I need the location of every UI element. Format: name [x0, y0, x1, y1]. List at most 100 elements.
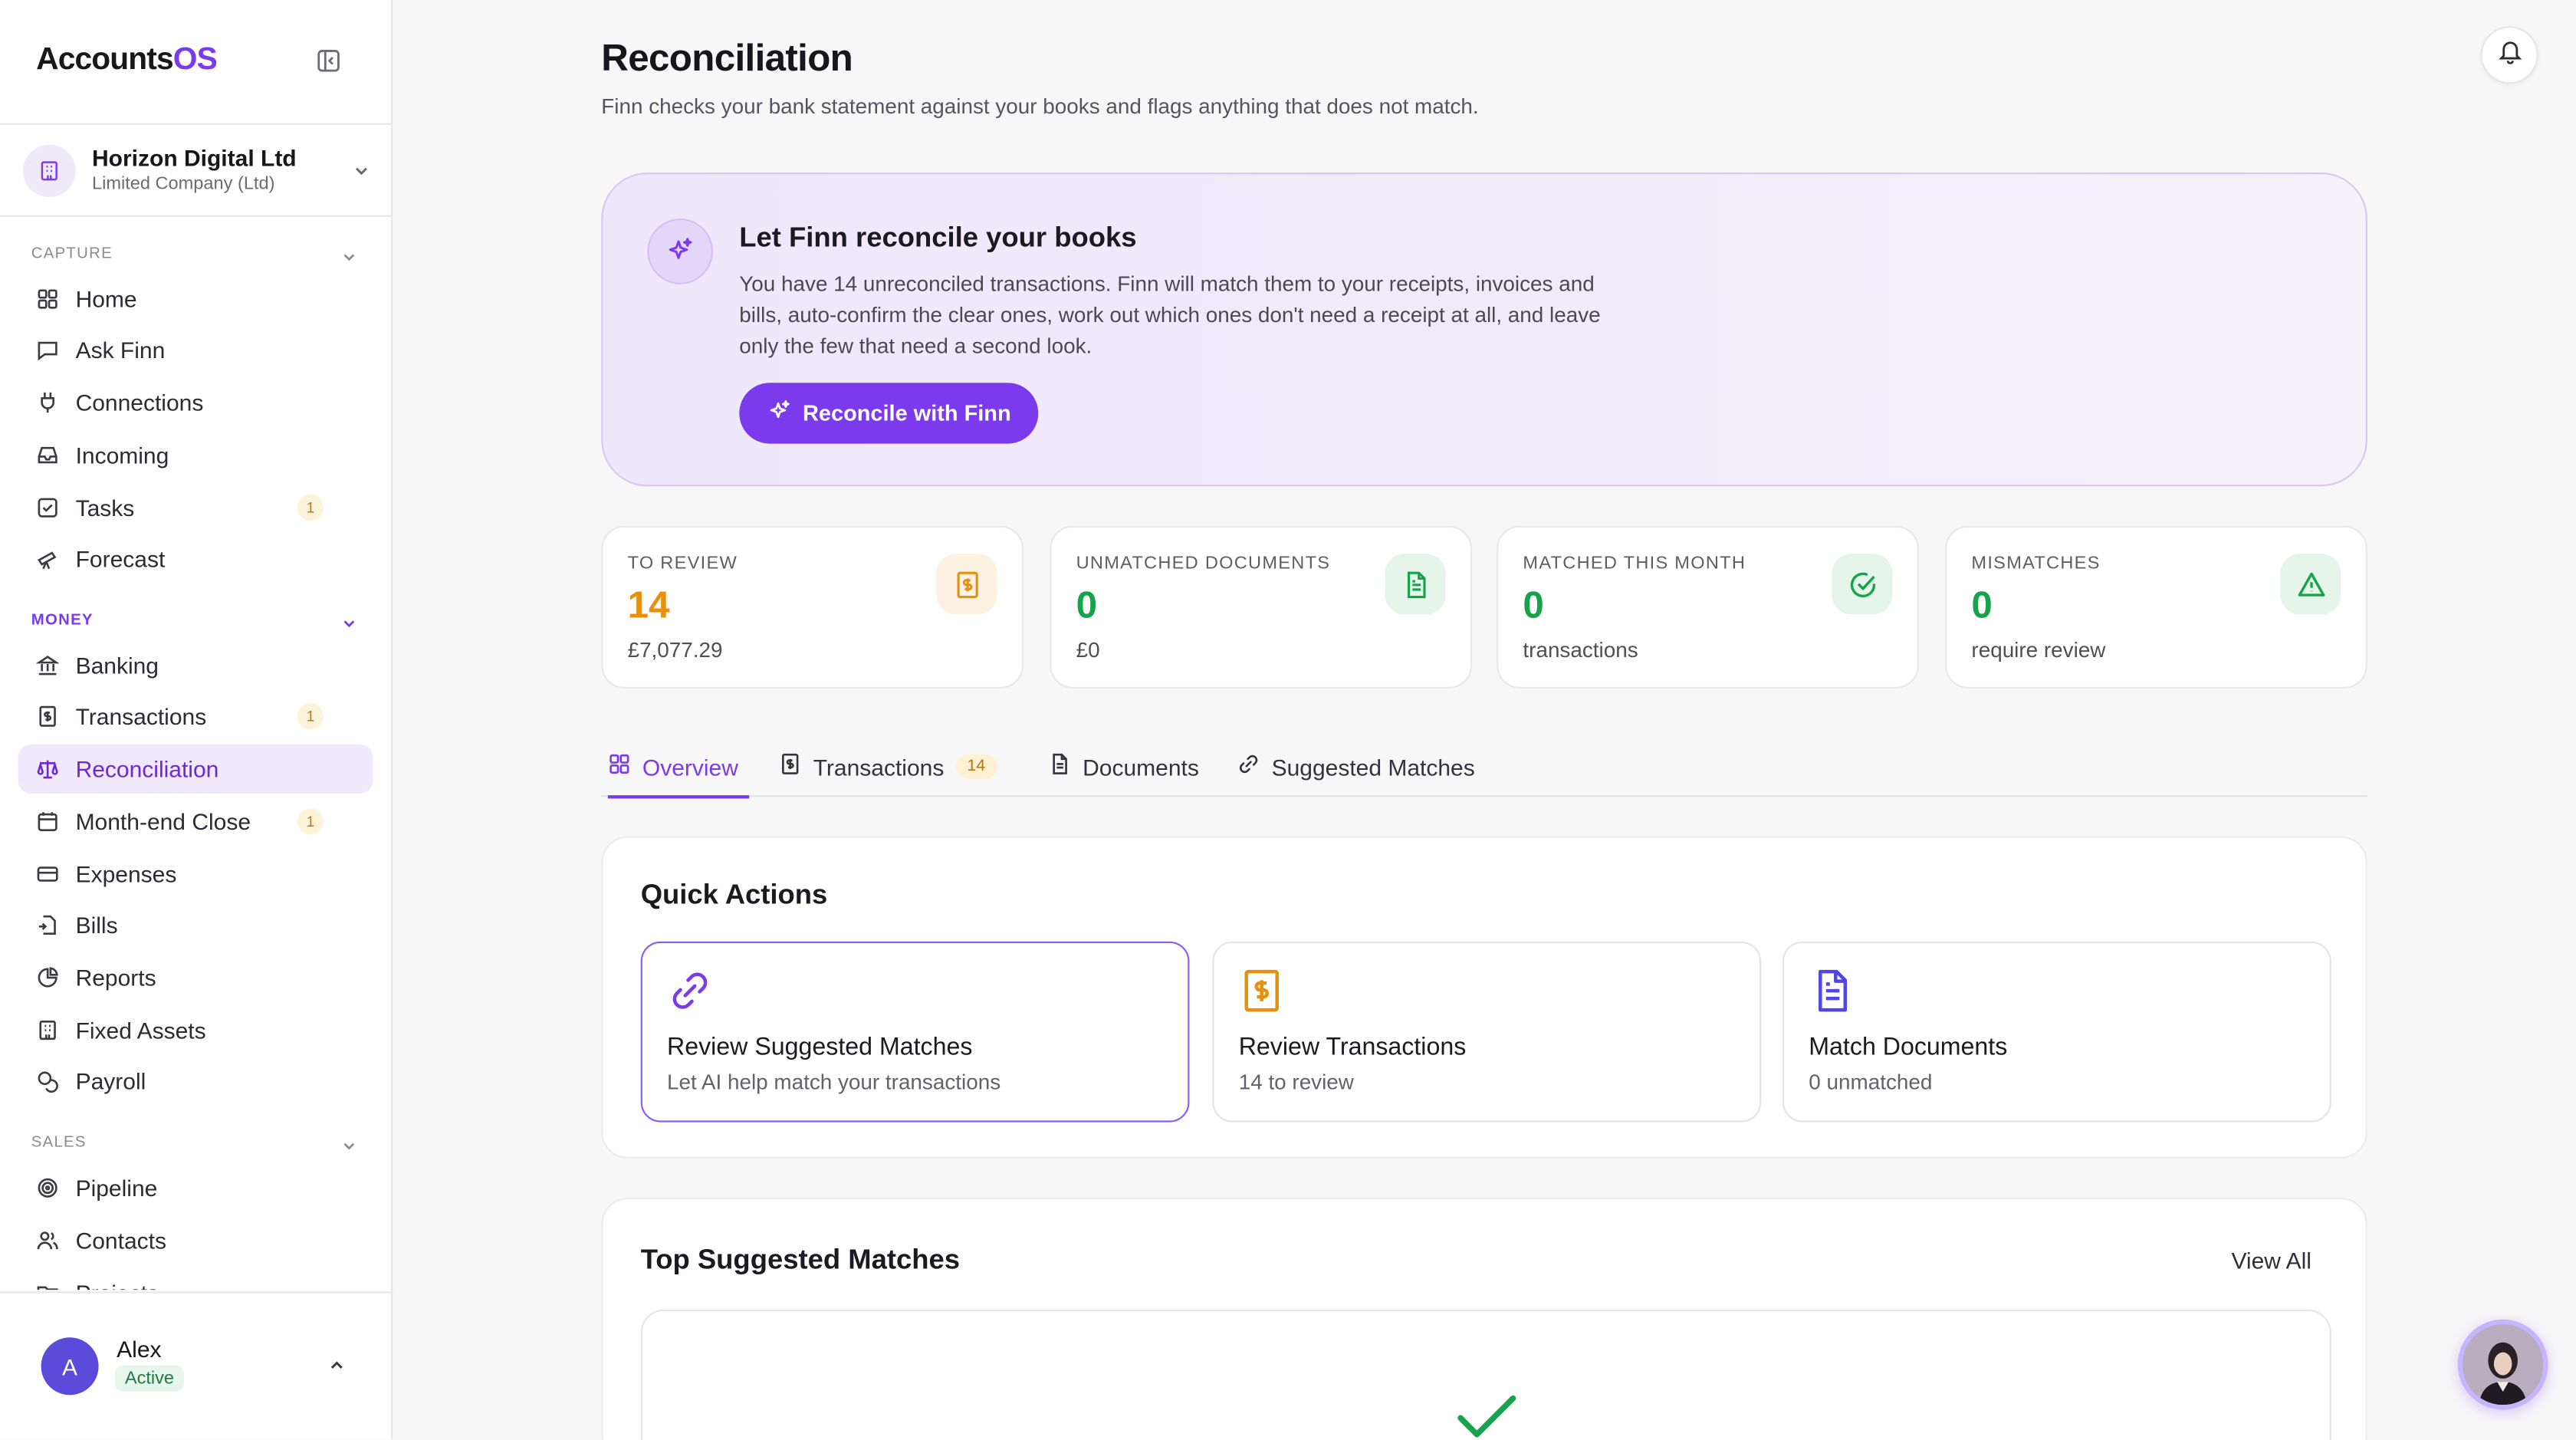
stat-value: 0: [1076, 583, 1097, 626]
sidebar: AccountsOS Horizon Digital Ltd Limited C…: [0, 0, 393, 1440]
stat-subtext: £7,077.29: [627, 637, 723, 662]
tab-overview[interactable]: Overview: [607, 736, 750, 799]
stat-label: MISMATCHES: [1971, 554, 2101, 574]
view-all-button[interactable]: View All: [2231, 1247, 2312, 1273]
quick-actions-panel: Quick Actions Review Suggested Matches L…: [601, 836, 2367, 1159]
sidebar-item-label: Tasks: [75, 495, 135, 521]
sidebar-item-label: Incoming: [75, 442, 169, 468]
stat-card-matched-this-month[interactable]: MATCHED THIS MONTH 0 transactions: [1497, 525, 1919, 689]
document-icon: [1048, 752, 1071, 780]
sidebar-item-reconciliation[interactable]: Reconciliation: [18, 744, 373, 794]
sidebar-item-label: Expenses: [75, 860, 177, 888]
person-portrait-icon: [2463, 1324, 2544, 1405]
empty-state-card: [640, 1309, 2331, 1440]
link-icon: [1237, 752, 1260, 780]
panel-title: Quick Actions: [640, 879, 828, 911]
section-label-capture: CAPTURE: [31, 245, 113, 263]
receipt-icon: [779, 752, 802, 780]
sidebar-item-payroll[interactable]: Payroll: [18, 1057, 373, 1106]
count-badge: 1: [297, 703, 324, 730]
sidebar-item-pipeline[interactable]: Pipeline: [18, 1163, 373, 1212]
check-circle-icon: [1832, 554, 1893, 615]
button-label: Reconcile with Finn: [803, 400, 1011, 426]
tab-label: Suggested Matches: [1271, 753, 1475, 780]
stat-label: UNMATCHED DOCUMENTS: [1076, 554, 1331, 574]
org-type: Limited Company (Ltd): [92, 174, 275, 194]
building-icon: [23, 144, 76, 198]
tab-suggested-matches[interactable]: Suggested Matches: [1237, 736, 1475, 797]
sidebar-item-home[interactable]: Home: [18, 275, 373, 324]
bank-icon: [34, 653, 59, 678]
sidebar-item-forecast[interactable]: Forecast: [18, 534, 373, 583]
warning-icon: [2280, 554, 2341, 615]
chevron-down-icon[interactable]: [340, 611, 359, 641]
coins-icon: [34, 1069, 59, 1093]
card-icon: [34, 862, 59, 886]
checkbox-icon: [34, 495, 59, 520]
sidebar-item-connections[interactable]: Connections: [18, 378, 373, 427]
finn-assistant-avatar[interactable]: [2457, 1319, 2548, 1410]
review-suggested-matches-card[interactable]: Review Suggested Matches Let AI help mat…: [640, 941, 1190, 1123]
app-logo[interactable]: AccountsOS: [36, 43, 218, 79]
tab-transactions[interactable]: Transactions 14: [779, 736, 997, 797]
sidebar-item-reports[interactable]: Reports: [18, 953, 373, 1002]
review-transactions-card[interactable]: Review Transactions 14 to review: [1212, 941, 1762, 1123]
sidebar-item-label: Projects: [76, 1280, 159, 1290]
org-switcher[interactable]: Horizon Digital Ltd Limited Company (Ltd…: [23, 144, 372, 198]
sidebar-item-tasks[interactable]: Tasks 1: [18, 483, 373, 532]
sidebar-item-transactions[interactable]: Transactions 1: [18, 692, 373, 741]
sidebar-item-contacts[interactable]: Contacts: [18, 1216, 373, 1265]
sidebar-divider: [0, 1291, 393, 1294]
stat-card-unmatched-documents[interactable]: UNMATCHED DOCUMENTS 0 £0: [1050, 525, 1472, 689]
sidebar-item-ask-finn[interactable]: Ask Finn: [18, 325, 373, 374]
chevron-down-icon: [352, 159, 372, 189]
sidebar-item-label: Home: [75, 285, 137, 313]
stat-value: 0: [1971, 583, 1993, 626]
section-label-money: MONEY: [31, 611, 94, 630]
target-icon: [34, 1175, 59, 1200]
user-menu[interactable]: A Alex Active: [41, 1336, 353, 1402]
stat-label: TO REVIEW: [627, 554, 738, 574]
avatar: A: [41, 1337, 99, 1396]
stat-subtext: transactions: [1523, 637, 1638, 662]
sidebar-item-label: Reconciliation: [75, 755, 219, 782]
card-subtitle: 0 unmatched: [1809, 1070, 1933, 1095]
sidebar-item-label: Reports: [75, 964, 156, 991]
sidebar-item-label: Fixed Assets: [75, 1017, 206, 1044]
telescope-icon: [34, 547, 59, 571]
chevron-down-icon[interactable]: [340, 1134, 359, 1164]
user-name: Alex: [117, 1336, 162, 1363]
bell-icon: [2496, 38, 2522, 72]
tab-documents[interactable]: Documents: [1048, 736, 1199, 797]
sidebar-item-month-end-close[interactable]: Month-end Close 1: [18, 797, 373, 846]
stat-subtext: require review: [1971, 637, 2106, 662]
stat-label: MATCHED THIS MONTH: [1523, 554, 1746, 574]
stat-card-to-review[interactable]: TO REVIEW 14 £7,077.29: [601, 525, 1024, 689]
sidebar-item-banking[interactable]: Banking: [18, 641, 373, 690]
chevron-down-icon[interactable]: [340, 245, 359, 275]
plug-icon: [34, 390, 59, 415]
notifications-button[interactable]: [2480, 26, 2538, 84]
sidebar-item-bills[interactable]: Bills: [18, 900, 373, 949]
sidebar-item-expenses[interactable]: Expenses: [18, 850, 373, 899]
sidebar-item-incoming[interactable]: Incoming: [18, 430, 373, 479]
pie-icon: [34, 965, 59, 990]
card-subtitle: Let AI help match your transactions: [667, 1070, 1001, 1095]
sidebar-item-fixed-assets[interactable]: Fixed Assets: [18, 1005, 373, 1054]
sidebar-item-projects[interactable]: Projects: [18, 1268, 373, 1290]
sidebar-item-label: Payroll: [75, 1067, 146, 1095]
sidebar-divider: [0, 123, 393, 125]
chevron-up-icon: [327, 1354, 347, 1384]
reconcile-with-finn-button[interactable]: Reconcile with Finn: [739, 383, 1039, 444]
calendar-icon: [34, 809, 59, 833]
sidebar-item-label: Pipeline: [75, 1175, 158, 1202]
card-title: Review Suggested Matches: [667, 1033, 973, 1062]
match-documents-card[interactable]: Match Documents 0 unmatched: [1783, 941, 2331, 1123]
stat-value: 0: [1523, 583, 1544, 626]
sidebar-collapse-icon[interactable]: [315, 48, 341, 74]
tab-label: Transactions: [813, 753, 945, 780]
section-label-sales: SALES: [31, 1133, 87, 1152]
stat-card-mismatches[interactable]: MISMATCHES 0 require review: [1945, 525, 2367, 689]
sparkles-icon: [767, 399, 791, 429]
chat-icon: [34, 337, 59, 362]
